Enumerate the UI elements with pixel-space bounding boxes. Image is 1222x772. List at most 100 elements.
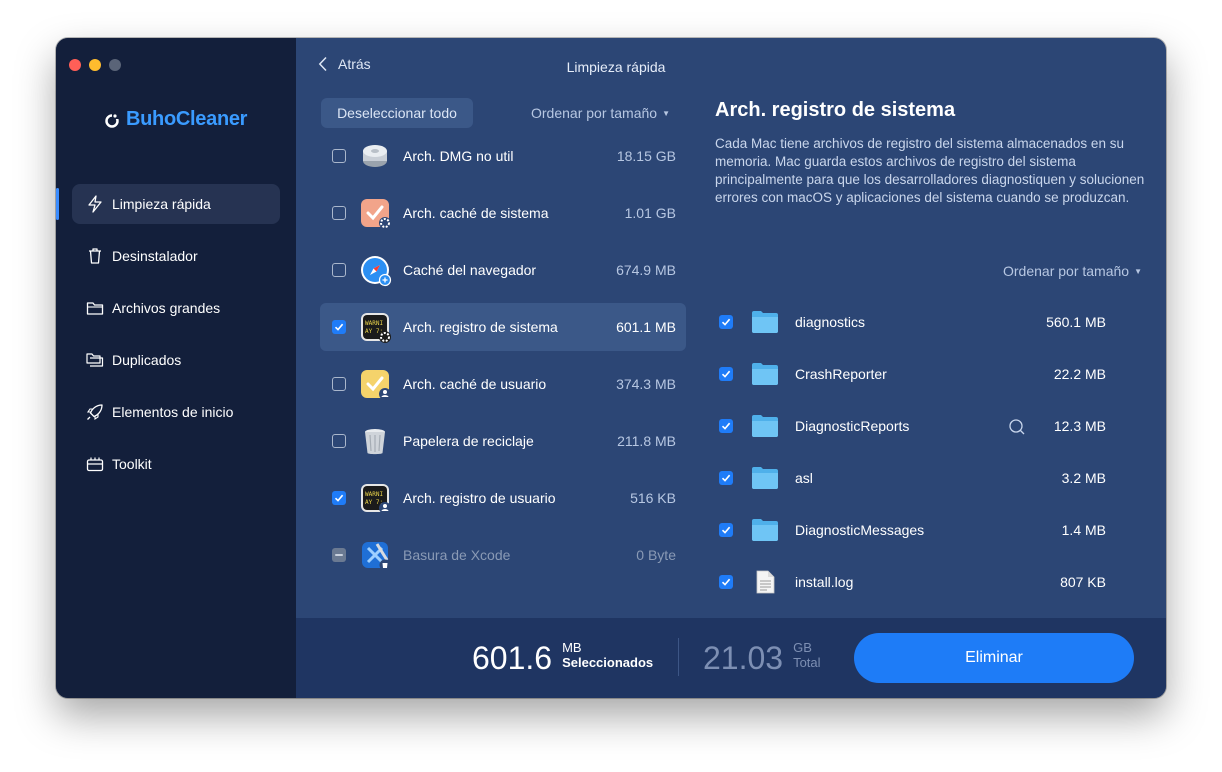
- app-window: BuhoCleaner Limpieza rápida Desinstalado…: [56, 38, 1166, 698]
- toolbox-icon: [86, 455, 104, 473]
- checkbox[interactable]: [332, 491, 346, 505]
- folder-icon: [752, 519, 778, 541]
- list-item-label: Arch. caché de usuario: [403, 376, 547, 392]
- disk-icon: [360, 141, 390, 171]
- sidebar-item-label: Archivos grandes: [112, 300, 221, 316]
- trash-icon: [86, 247, 104, 265]
- user-cache-icon: [360, 369, 391, 400]
- list-item-size: 1.01 GB: [624, 205, 676, 221]
- brand: BuhoCleaner: [104, 108, 247, 131]
- file-size: 3.2 MB: [1061, 470, 1106, 486]
- list-item[interactable]: Basura de Xcode 0 Byte: [320, 531, 686, 579]
- list-sort-dropdown[interactable]: Ordenar por tamaño ▼: [531, 105, 670, 121]
- file-name: CrashReporter: [795, 366, 887, 382]
- brand-logo-icon: [105, 112, 120, 128]
- list-item[interactable]: Arch. caché de usuario 374.3 MB: [320, 360, 686, 408]
- back-button[interactable]: Atrás: [318, 56, 371, 72]
- detail-title: Arch. registro de sistema: [715, 99, 956, 121]
- file-row[interactable]: asl 3.2 MB: [716, 452, 1146, 504]
- file-size: 22.2 MB: [1053, 366, 1106, 382]
- close-window-button[interactable]: [69, 59, 81, 71]
- checkbox[interactable]: [332, 377, 346, 391]
- selected-units: MB Seleccionados: [562, 640, 653, 670]
- file-size: 560.1 MB: [1046, 314, 1106, 330]
- document-icon: [756, 570, 775, 594]
- divider: [678, 638, 679, 676]
- file-row[interactable]: diagnostics 560.1 MB: [716, 296, 1146, 348]
- caret-down-icon: ▼: [1134, 266, 1142, 276]
- file-row[interactable]: DiagnosticMessages 1.4 MB: [716, 504, 1146, 556]
- file-name: DiagnosticMessages: [795, 522, 925, 538]
- sidebar-item-label: Limpieza rápida: [112, 196, 211, 212]
- checkbox[interactable]: [332, 434, 346, 448]
- checkmark-icon: [721, 318, 731, 326]
- selected-value: 601.6: [472, 640, 553, 676]
- total-unit: GB: [793, 640, 812, 655]
- checkbox[interactable]: [719, 419, 733, 433]
- checkbox[interactable]: [332, 263, 346, 277]
- file-name: diagnostics: [795, 314, 866, 330]
- zoom-window-button[interactable]: [109, 59, 121, 71]
- file-name: asl: [795, 470, 813, 486]
- sidebar-item-duplicates[interactable]: Duplicados: [72, 340, 280, 380]
- folder-icon: [752, 415, 778, 437]
- list-item[interactable]: Arch. caché de sistema 1.01 GB: [320, 189, 686, 237]
- selected-label: Seleccionados: [562, 655, 654, 670]
- checkbox[interactable]: [719, 523, 733, 537]
- sidebar-item-startup-items[interactable]: Elementos de inicio: [72, 392, 280, 432]
- rocket-icon: [86, 403, 104, 421]
- list-item-label: Basura de Xcode: [403, 547, 511, 563]
- checkbox[interactable]: [719, 367, 733, 381]
- checkbox[interactable]: [332, 206, 346, 220]
- list-item-label: Arch. caché de sistema: [403, 205, 549, 221]
- sidebar-item-uninstaller[interactable]: Desinstalador: [72, 236, 280, 276]
- sidebar-item-label: Toolkit: [112, 456, 152, 472]
- folder-icon: [752, 311, 778, 333]
- checkbox[interactable]: [332, 149, 346, 163]
- checkmark-icon: [721, 526, 731, 534]
- checkmark-icon: [334, 323, 344, 331]
- sidebar-item-large-files[interactable]: Archivos grandes: [72, 288, 280, 328]
- list-item[interactable]: WARNI AY 7: Arch. registro de sistema 601…: [320, 303, 686, 351]
- detail-sort-dropdown[interactable]: Ordenar por tamaño ▼: [1003, 263, 1142, 279]
- list-item-size: 674.9 MB: [616, 262, 676, 278]
- checkbox[interactable]: [332, 320, 346, 334]
- file-row[interactable]: DiagnosticReports 12.3 MB: [716, 400, 1146, 452]
- list-item[interactable]: Caché del navegador 674.9 MB: [320, 246, 686, 294]
- checkbox[interactable]: [719, 471, 733, 485]
- checkmark-icon: [334, 494, 344, 502]
- sort-label: Ordenar por tamaño: [1003, 263, 1130, 279]
- list-item[interactable]: WARNI AY 7: Arch. registro de usuario 516…: [320, 474, 686, 522]
- checkbox[interactable]: [719, 575, 733, 589]
- list-item[interactable]: Arch. DMG no util 18.15 GB: [320, 132, 686, 180]
- file-size: 807 KB: [1060, 574, 1106, 590]
- safari-icon: [360, 255, 392, 287]
- back-label: Atrás: [338, 56, 371, 72]
- magnifier-icon[interactable]: [1008, 418, 1026, 436]
- sidebar-item-quick-clean[interactable]: Limpieza rápida: [56, 184, 280, 224]
- minimize-window-button[interactable]: [89, 59, 101, 71]
- caret-down-icon: ▼: [662, 108, 670, 118]
- list-item-label: Caché del navegador: [403, 262, 537, 278]
- checkmark-icon: [721, 474, 731, 482]
- delete-button[interactable]: Eliminar: [854, 633, 1134, 683]
- file-name: install.log: [795, 574, 854, 590]
- recycle-bin-icon: [360, 426, 390, 456]
- file-row[interactable]: CrashReporter 22.2 MB: [716, 348, 1146, 400]
- selected-stat: 601.6 MB Seleccionados: [472, 640, 653, 676]
- checkbox[interactable]: [719, 315, 733, 329]
- file-row[interactable]: install.log 807 KB: [716, 556, 1146, 608]
- list-item-label: Arch. DMG no util: [403, 148, 514, 164]
- list-item[interactable]: Papelera de reciclaje 211.8 MB: [320, 417, 686, 465]
- category-list: Arch. DMG no util 18.15 GB Arch. caché d…: [320, 132, 686, 588]
- list-item-label: Arch. registro de sistema: [403, 319, 558, 335]
- sidebar-item-toolkit[interactable]: Toolkit: [72, 444, 280, 484]
- sidebar-item-label: Desinstalador: [112, 248, 198, 264]
- checkbox[interactable]: [332, 548, 346, 562]
- chevron-left-icon: [318, 56, 327, 72]
- console-log-icon: WARNI AY 7:: [360, 312, 391, 343]
- footer-bar: 601.6 MB Seleccionados 21.03 GB Total El…: [296, 618, 1166, 698]
- list-item-size: 374.3 MB: [616, 376, 676, 392]
- list-item-size: 0 Byte: [636, 547, 676, 563]
- deselect-all-button[interactable]: Deseleccionar todo: [321, 98, 473, 128]
